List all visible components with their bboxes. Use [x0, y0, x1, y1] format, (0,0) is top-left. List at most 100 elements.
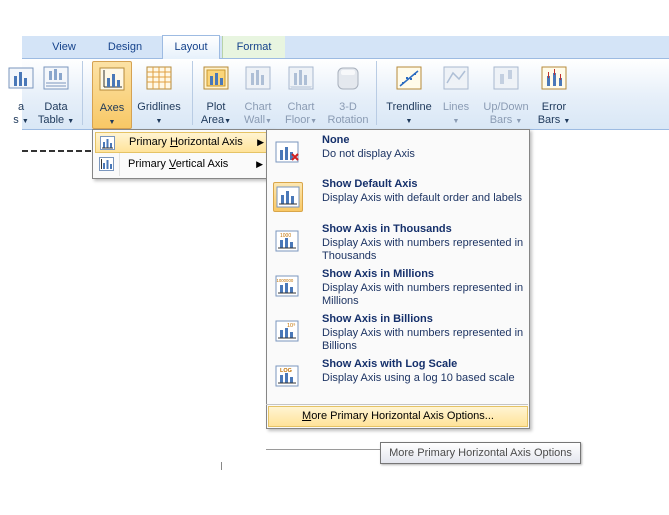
axes-label: Axes [99, 102, 125, 114]
data-labels-label2: s ▼ [13, 114, 29, 126]
ribbon-tab-bar: View Design Layout Format [22, 35, 669, 59]
plot-area-button[interactable]: Plot Area▼ [198, 61, 234, 127]
chart-floor-label2: Floor▼ [285, 114, 317, 126]
chart-wall-label: Chart [244, 101, 272, 113]
axis-default-icon [273, 182, 303, 212]
show-axis-log-scale-title: Show Axis with Log Scale [322, 358, 458, 370]
data-table-icon [43, 66, 69, 90]
show-default-axis-title: Show Default Axis [322, 178, 418, 190]
axis-billions-icon-label: 10⁹ [287, 322, 295, 329]
plot-area-icon [203, 66, 229, 90]
lines-arrow: ▼ [452, 118, 460, 125]
document-tick-mark [221, 462, 222, 470]
show-axis-thousands-desc: Display Axis with numbers represented in… [322, 237, 524, 262]
lines-button[interactable]: Lines ▼ [438, 61, 474, 127]
error-bars-label: Error [541, 101, 567, 113]
trendline-arrow: ▼ [405, 118, 413, 125]
window-top-area [0, 0, 669, 36]
horizontal-axis-icon [100, 136, 115, 150]
chart-labels-icon [8, 67, 34, 89]
error-bars-label2: Bars ▼ [537, 114, 571, 126]
chart-floor-icon [288, 66, 314, 90]
plot-area-label: Plot [206, 101, 226, 113]
data-table-button[interactable]: Data Table ▼ [36, 61, 76, 127]
tab-format[interactable]: Format [222, 36, 285, 58]
chart-wall-icon [245, 66, 271, 90]
chart-wall-button[interactable]: Chart Wall▼ [238, 61, 278, 127]
chart-floor-label: Chart [287, 101, 315, 113]
gridlines-button[interactable]: Gridlines ▼ [134, 61, 184, 127]
3d-rotation-icon [337, 67, 359, 90]
primary-vertical-axis-item[interactable]: Primary Vertical Axis ▶ [95, 154, 271, 175]
trendline-icon [396, 66, 422, 90]
axis-millions-icon-label: 1000000 [277, 278, 294, 283]
show-axis-millions-title: Show Axis in Millions [322, 268, 435, 280]
document-text-fragment [22, 150, 92, 152]
gridlines-icon [146, 66, 172, 90]
horizontal-axis-menu: None Do not display Axis Show Default Ax… [266, 129, 530, 429]
trendline-button[interactable]: Trendline ▼ [382, 61, 436, 127]
3d-rotation-label2: Rotation [327, 114, 369, 126]
axes-arrow: ▼ [108, 119, 116, 126]
axes-icon [99, 67, 125, 91]
axis-thousands-icon: 1000 [273, 227, 301, 255]
updown-bars-label: Up/Down [483, 101, 529, 113]
3d-rotation-label: 3-D [339, 101, 357, 113]
lines-icon [443, 66, 469, 90]
axis-billions-icon: 10⁹ [273, 317, 301, 345]
group-separator [192, 61, 193, 125]
chevron-right-icon: ▶ [256, 159, 263, 169]
updown-bars-button[interactable]: Up/Down Bars ▼ [478, 61, 534, 127]
show-default-axis-item[interactable]: Show Default Axis Display Axis with defa… [270, 178, 526, 218]
chevron-right-icon: ▶ [257, 137, 264, 147]
3d-rotation-button[interactable]: 3-D Rotation [324, 61, 372, 127]
group-separator [376, 61, 377, 125]
show-axis-billions-desc: Display Axis with numbers represented in… [322, 327, 524, 352]
show-axis-millions-desc: Display Axis with numbers represented in… [322, 282, 524, 307]
axes-submenu: Primary Horizontal Axis ▶ Primary Vertic… [92, 129, 274, 179]
updown-bars-label2: Bars ▼ [489, 114, 523, 126]
show-axis-thousands-item[interactable]: 1000 Show Axis in Thousands Display Axis… [270, 223, 526, 263]
tab-design[interactable]: Design [94, 36, 156, 58]
tooltip: More Primary Horizontal Axis Options [380, 442, 581, 464]
gridlines-label: Gridlines [137, 101, 181, 113]
chart-floor-button[interactable]: Chart Floor▼ [280, 61, 322, 127]
primary-horizontal-axis-label: Primary Horizontal Axis [129, 136, 243, 148]
show-axis-billions-title: Show Axis in Billions [322, 313, 433, 325]
tab-view[interactable]: View [42, 36, 86, 58]
show-default-axis-desc: Display Axis with default order and labe… [322, 192, 522, 204]
vertical-axis-icon [99, 157, 114, 171]
axis-none-desc: Do not display Axis [322, 148, 415, 160]
axis-log-icon: LOG [273, 362, 301, 390]
data-labels-label: a [17, 101, 25, 113]
axis-none-title: None [322, 134, 350, 146]
chart-gridline-fragment [266, 449, 380, 450]
data-table-label: Data [44, 101, 68, 113]
more-axis-options-item[interactable]: More Primary Horizontal Axis Options... [268, 406, 528, 427]
lines-label: Lines [442, 101, 470, 113]
trendline-label: Trendline [386, 101, 432, 113]
show-axis-millions-item[interactable]: 1000000 Show Axis in Millions Display Ax… [270, 268, 526, 308]
ribbon-layout-panel: a s ▼ Data Table ▼ Axes ▼ Gridlines ▼ Pl… [8, 59, 669, 130]
axis-none-icon [273, 138, 301, 166]
error-bars-button[interactable]: Error Bars ▼ [534, 61, 574, 127]
primary-vertical-axis-label: Primary Vertical Axis [128, 158, 229, 170]
plot-area-label2: Area▼ [200, 114, 232, 126]
show-axis-thousands-title: Show Axis in Thousands [322, 223, 452, 235]
gridlines-arrow: ▼ [155, 118, 163, 125]
axis-millions-icon: 1000000 [273, 272, 301, 300]
data-labels-button[interactable]: a s ▼ [8, 61, 34, 127]
group-separator [82, 61, 83, 125]
chart-wall-label2: Wall▼ [244, 114, 272, 126]
updown-bars-icon [493, 66, 519, 90]
menu-separator [266, 404, 528, 405]
show-axis-billions-item[interactable]: 10⁹ Show Axis in Billions Display Axis w… [270, 313, 526, 353]
axis-none-item[interactable]: None Do not display Axis [270, 134, 526, 174]
data-table-label2: Table ▼ [37, 114, 75, 126]
error-bars-icon [541, 66, 567, 90]
tab-layout[interactable]: Layout [162, 35, 220, 59]
show-axis-log-scale-desc: Display Axis using a log 10 based scale [322, 372, 515, 384]
primary-horizontal-axis-item[interactable]: Primary Horizontal Axis ▶ [95, 132, 273, 153]
show-axis-log-scale-item[interactable]: LOG Show Axis with Log Scale Display Axi… [270, 358, 526, 398]
axes-button[interactable]: Axes ▼ [92, 61, 132, 129]
